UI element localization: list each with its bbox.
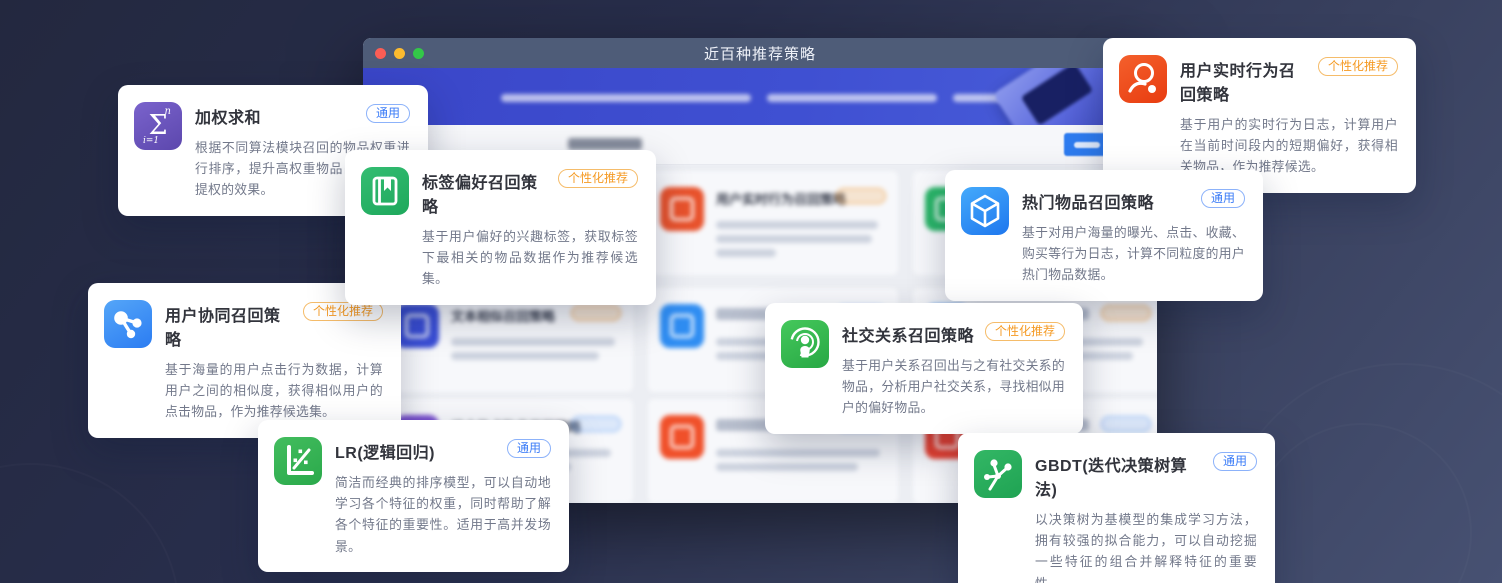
badge-personalized: 个性化推荐 [558, 169, 638, 188]
toolbar-blurred-label [568, 138, 642, 150]
badge-personalized: 个性化推荐 [303, 302, 383, 321]
card-title: GBDT(迭代决策树算法) [1035, 452, 1205, 500]
card-description: 基于对用户海量的曝光、点击、收藏、购买等行为日志，计算不同粒度的用户热门物品数据… [1022, 222, 1245, 286]
hero-banner [363, 68, 1157, 125]
card-description: 以决策树为基模型的集成学习方法，拥有较强的拟合能力，可以自动挖掘一些特征的组合并… [1035, 509, 1257, 583]
card-title: 热门物品召回策略 [1022, 189, 1154, 213]
card-description: 基于海量的用户点击行为数据，计算用户之间的相似度，获得相似用户的点击物品，作为推… [165, 359, 383, 423]
sigma-sum-icon: n Σ i=1 [134, 102, 182, 150]
card-title: 用户协同召回策略 [165, 302, 295, 350]
badge-general: 通用 [1201, 189, 1245, 208]
badge-general: 通用 [366, 104, 410, 123]
badge-general: 通用 [507, 439, 551, 458]
card-title: 标签偏好召回策略 [422, 169, 550, 217]
card-description: 基于用户关系召回出与之有社交关系的物品，分析用户社交关系，寻找相似用户的偏好物品… [842, 355, 1065, 419]
badge-general: 通用 [1213, 452, 1257, 471]
card-title: 用户实时行为召回策略 [1180, 57, 1310, 105]
strategy-card-lr-logistic-regression[interactable]: LR(逻辑回归) 通用 简洁而经典的排序模型，可以自动地学习各个特征的权重，同时… [258, 420, 569, 572]
window-titlebar: 近百种推荐策略 [363, 38, 1157, 68]
card-description: 基于用户偏好的兴趣标签，获取标签下最相关的物品数据作为推荐候选集。 [422, 226, 638, 290]
strategy-card-user-collaborative[interactable]: 用户协同召回策略 个性化推荐 基于海量的用户点击行为数据，计算用户之间的相似度，… [88, 283, 401, 438]
strategy-card-hot-items[interactable]: 热门物品召回策略 通用 基于对用户海量的曝光、点击、收藏、购买等行为日志，计算不… [945, 170, 1263, 301]
card-title: 社交关系召回策略 [842, 322, 974, 346]
strategy-card-tag-preference[interactable]: 标签偏好召回策略 个性化推荐 基于用户偏好的兴趣标签，获取标签下最相关的物品数据… [345, 150, 656, 305]
hot-cube-icon [961, 187, 1009, 235]
tag-book-icon [361, 167, 409, 215]
strategy-card-social-relation[interactable]: 社交关系召回策略 个性化推荐 基于用户关系召回出与之有社交关系的物品，分析用户社… [765, 303, 1083, 434]
bg-strategy-card: 用户实时行为召回策略 [648, 171, 898, 275]
collab-share-icon [104, 300, 152, 348]
gbdt-tree-icon [974, 450, 1022, 498]
badge-personalized: 个性化推荐 [985, 322, 1065, 341]
lr-scatter-icon [274, 437, 322, 485]
card-description: 简洁而经典的排序模型，可以自动地学习各个特征的权重，同时帮助了解各个特征的重要性… [335, 472, 551, 557]
strategy-card-gbdt[interactable]: GBDT(迭代决策树算法) 通用 以决策树为基模型的集成学习方法，拥有较强的拟合… [958, 433, 1275, 583]
card-title: LR(逻辑回归) [335, 439, 435, 463]
window-title: 近百种推荐策略 [363, 43, 1157, 64]
badge-personalized: 个性化推荐 [1318, 57, 1398, 76]
card-title: 加权求和 [195, 104, 261, 128]
card-description: 基于用户的实时行为日志，计算用户在当前时间段内的短期偏好，获得相关物品，作为推荐… [1180, 114, 1398, 178]
background-circle-decoration [0, 463, 180, 583]
banner-blurred-text [501, 94, 1063, 102]
realtime-user-icon [1119, 55, 1167, 103]
social-podcast-icon [781, 320, 829, 368]
